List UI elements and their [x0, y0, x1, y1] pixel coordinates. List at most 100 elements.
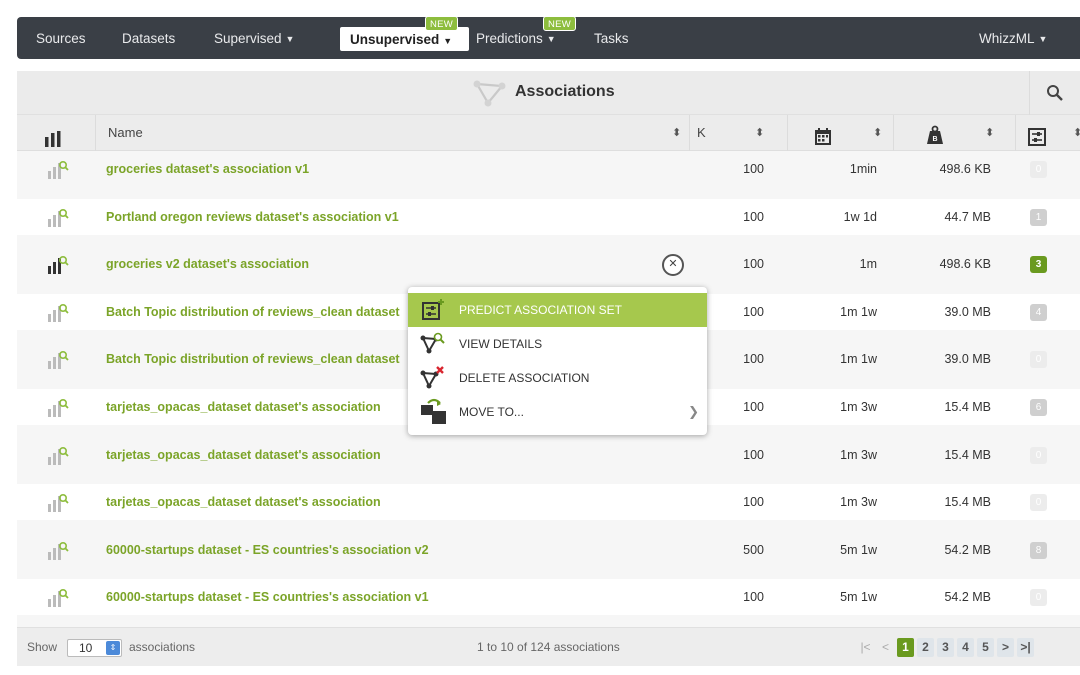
age-value: 1min: [849, 162, 877, 176]
menu-view-details[interactable]: VIEW DETAILS: [408, 327, 707, 361]
list-title-bar: Associations: [17, 71, 1080, 115]
nav-whizzml[interactable]: WhizzML ▼: [979, 17, 1047, 59]
sort-size-icon[interactable]: ⬍: [985, 115, 994, 151]
caret-down-icon: ▼: [1038, 34, 1048, 44]
prediction-count-badge[interactable]: 4: [1030, 303, 1047, 321]
size-value: 498.6 KB: [939, 257, 991, 272]
k-value: 100: [743, 162, 764, 176]
sort-age-icon[interactable]: ⬍: [873, 115, 882, 151]
table-row[interactable]: groceries v2 dataset's association 100 1m 4…: [17, 246, 1080, 282]
sort-count-icon[interactable]: ⬍: [1073, 115, 1080, 151]
association-name-link[interactable]: tarjetas_opacas_dataset dataset's associ…: [106, 389, 381, 425]
menu-delete-association[interactable]: DELETE ASSOCIATION: [408, 361, 707, 395]
prediction-count-badge[interactable]: 0: [1030, 351, 1047, 369]
age-value: 5m 1w: [840, 590, 877, 605]
page-button-3[interactable]: 3: [937, 638, 954, 657]
k-value: 100: [743, 257, 764, 272]
delete-association-icon: [420, 366, 444, 389]
size-value: 54.2 MB: [944, 542, 991, 557]
caret-down-icon: ▼: [285, 34, 295, 44]
nav-supervised[interactable]: Supervised ▼: [214, 17, 294, 59]
nav-datasets[interactable]: Datasets: [122, 17, 175, 59]
association-row-icon: [48, 494, 69, 513]
association-name-link[interactable]: groceries v2 dataset's association: [106, 246, 309, 282]
sort-name-icon[interactable]: ⬍: [672, 115, 681, 151]
table-row[interactable]: tarjetas_opacas_dataset dataset's associ…: [17, 437, 1080, 473]
prediction-count-badge[interactable]: 6: [1030, 399, 1047, 416]
prediction-count-badge[interactable]: 0: [1030, 161, 1047, 178]
next-page-icon[interactable]: >: [997, 638, 1014, 657]
menu-move-to[interactable]: MOVE TO... ❯: [408, 395, 707, 429]
association-name-link[interactable]: Portland oregon reviews dataset's associ…: [106, 199, 399, 235]
association-name-link[interactable]: tarjetas_opacas_dataset dataset's associ…: [106, 437, 381, 473]
pagination: |< < 1 2 3 4 5 > >|: [857, 638, 1034, 657]
association-icon: [473, 80, 506, 107]
k-value: 100: [743, 352, 764, 367]
show-label: Show: [27, 640, 58, 654]
k-value: 500: [743, 542, 764, 557]
top-nav: Sources Datasets Supervised ▼ Unsupervise…: [17, 16, 1080, 59]
nav-tasks[interactable]: Tasks: [594, 17, 629, 59]
size-value: 39.0 MB: [944, 352, 991, 367]
page-button-4[interactable]: 4: [957, 638, 974, 657]
last-page-icon[interactable]: >|: [1017, 638, 1034, 657]
spinner-arrows-icon: ⇕: [106, 641, 120, 655]
association-name-link[interactable]: 60000-startups dataset - ES countries's …: [106, 579, 429, 615]
bar-chart-icon[interactable]: [44, 125, 62, 147]
size-value: 15.4 MB: [944, 447, 991, 462]
association-name-link[interactable]: groceries dataset's association v1: [106, 151, 309, 187]
prediction-count-badge[interactable]: 0: [1030, 446, 1047, 464]
prediction-count-badge[interactable]: 3: [1030, 256, 1047, 274]
new-badge: NEW: [425, 16, 459, 31]
prediction-count-badge[interactable]: 1: [1030, 208, 1047, 226]
size-value: 15.4 MB: [944, 495, 991, 510]
size-value: 15.4 MB: [944, 400, 991, 414]
list-footer: Show 10 ⇕ associations 1 to 10 of 124 as…: [17, 627, 1080, 666]
calendar-icon[interactable]: [814, 124, 832, 145]
svg-text:B: B: [932, 136, 937, 143]
association-row-icon: [48, 446, 69, 465]
k-value: 100: [743, 495, 764, 510]
search-button[interactable]: [1029, 71, 1080, 115]
association-name-link[interactable]: 60000-startups dataset - ES countries's …: [106, 532, 429, 568]
page-button-1[interactable]: 1: [897, 638, 914, 657]
association-name-link[interactable]: tarjetas_opacas_dataset dataset's associ…: [106, 484, 381, 520]
table-row[interactable]: tarjetas_opacas_dataset dataset's associ…: [17, 484, 1080, 521]
prediction-count-badge[interactable]: 0: [1030, 589, 1047, 607]
size-value: 498.6 KB: [939, 162, 991, 176]
prediction-count-badge[interactable]: 8: [1030, 541, 1047, 559]
chevron-right-icon: ❯: [688, 404, 699, 419]
weight-size-icon[interactable]: B: [925, 123, 945, 144]
size-value: 54.2 MB: [944, 590, 991, 605]
page-size-select[interactable]: 10 ⇕: [67, 639, 122, 657]
column-name[interactable]: Name: [108, 115, 143, 151]
association-name-link[interactable]: Batch Topic distribution of reviews_clea…: [106, 294, 400, 330]
close-menu-button[interactable]: ✕: [662, 254, 684, 277]
column-k[interactable]: K: [697, 115, 706, 151]
size-value: 39.0 MB: [944, 304, 991, 319]
sort-k-icon[interactable]: ⬍: [755, 115, 764, 151]
table-row[interactable]: groceries dataset's association v1 100 1mi…: [17, 151, 1080, 187]
page-button-2[interactable]: 2: [917, 638, 934, 657]
move-to-icon: [421, 398, 446, 424]
prediction-count-badge[interactable]: 0: [1030, 494, 1047, 512]
k-value: 100: [743, 304, 764, 319]
first-page-icon[interactable]: |<: [857, 638, 874, 657]
association-name-link[interactable]: Batch Topic distribution of reviews_clea…: [106, 341, 400, 377]
predictions-count-icon[interactable]: [1028, 124, 1046, 146]
row-context-menu: PREDICT ASSOCIATION SET VIEW DETAILS DEL…: [408, 287, 707, 435]
association-row-icon: [48, 589, 69, 608]
prev-page-icon[interactable]: <: [877, 638, 894, 657]
association-row-icon: [48, 351, 69, 370]
age-value: 1m 3w: [840, 447, 877, 462]
table-row[interactable]: Portland oregon reviews dataset's associ…: [17, 198, 1080, 235]
table-row[interactable]: 60000-startups dataset - ES countries's …: [17, 579, 1080, 616]
table-row[interactable]: 60000-startups dataset - ES countries's …: [17, 532, 1080, 568]
predict-set-icon: [422, 299, 444, 320]
k-value: 100: [743, 400, 764, 414]
page-title: Associations: [515, 83, 615, 100]
page-button-5[interactable]: 5: [977, 638, 994, 657]
age-value: 1m 1w: [840, 304, 877, 319]
menu-predict-association-set[interactable]: PREDICT ASSOCIATION SET: [408, 293, 707, 327]
nav-sources[interactable]: Sources: [36, 17, 86, 59]
